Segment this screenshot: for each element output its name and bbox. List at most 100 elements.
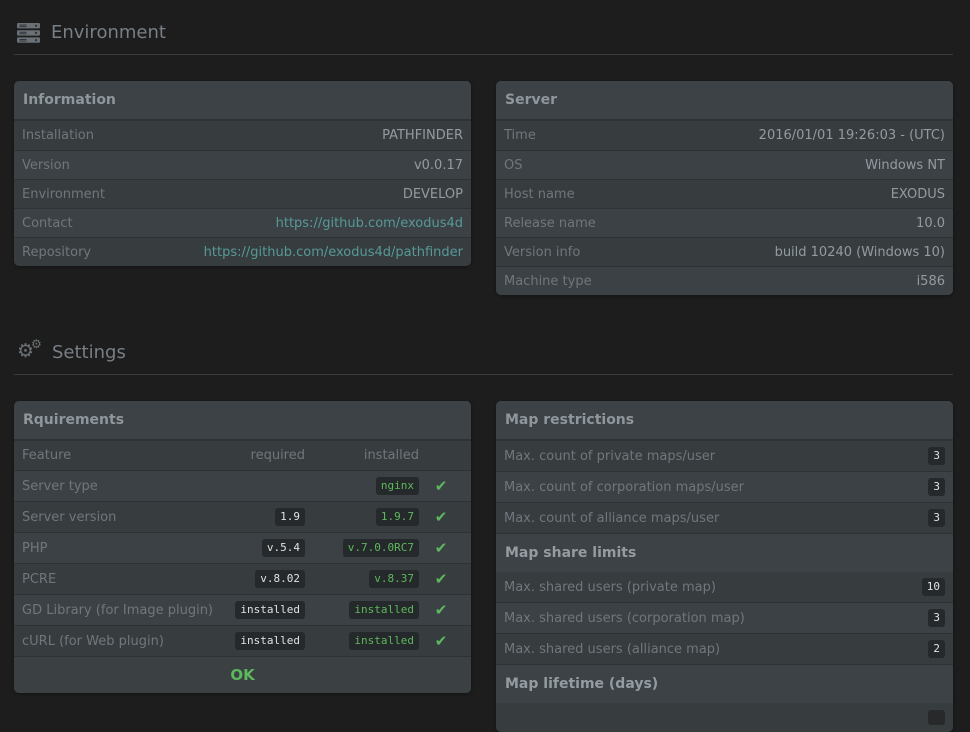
information-panel-title: Information — [14, 81, 471, 121]
info-row-version: Version v0.0.17 — [14, 150, 471, 179]
row-value: PATHFINDER — [382, 128, 463, 143]
gears-icon: ⚙ ⚙ — [17, 341, 41, 363]
check-icon: ✔ — [435, 477, 448, 495]
installed-badge: v.8.37 — [369, 570, 419, 588]
setting-row-shared-corporation: Max. shared users (corporation map) 3 — [496, 602, 953, 633]
column-header-feature: Feature — [22, 448, 213, 463]
check-icon: ✔ — [435, 632, 448, 650]
server-stack-icon — [17, 23, 40, 43]
row-label: Max. shared users (private map) — [504, 580, 716, 595]
settings-divider — [14, 374, 953, 375]
column-header-required: required — [213, 448, 305, 463]
row-label: Host name — [504, 187, 575, 202]
value-badge: 3 — [928, 609, 945, 627]
row-value: i586 — [917, 274, 945, 289]
feature-label: PHP — [22, 541, 213, 556]
row-label: Max. count of alliance maps/user — [504, 511, 719, 526]
check-icon: ✔ — [435, 601, 448, 619]
server-panel: Server Time 2016/01/01 19:26:03 - (UTC) … — [496, 81, 953, 295]
requirements-table-header: Feature required installed — [14, 441, 471, 470]
information-panel: Information Installation PATHFINDER Vers… — [14, 81, 471, 266]
map-settings-panel: Map restrictions Max. count of private m… — [496, 401, 953, 732]
setting-row-partial — [496, 703, 953, 732]
row-label: Version info — [504, 245, 580, 260]
required-badge: installed — [235, 632, 305, 650]
row-label: Max. count of corporation maps/user — [504, 480, 744, 495]
info-row-repository: Repository https://github.com/exodus4d/p… — [14, 237, 471, 266]
required-badge: v.5.4 — [262, 539, 305, 557]
required-badge: v.8.02 — [255, 570, 305, 588]
server-row-versioninfo: Version info build 10240 (Windows 10) — [496, 237, 953, 266]
requirements-status-text: OK — [14, 656, 471, 693]
row-label: Release name — [504, 216, 596, 231]
requirements-panel-title: Rquirements — [14, 401, 471, 441]
server-row-release: Release name 10.0 — [496, 208, 953, 237]
server-row-machinetype: Machine type i586 — [496, 266, 953, 295]
section-environment: Environment Information Installation PAT… — [14, 22, 953, 295]
setting-row-corporation-maps: Max. count of corporation maps/user 3 — [496, 471, 953, 502]
installed-badge: nginx — [376, 477, 419, 495]
required-badge: installed — [235, 601, 305, 619]
feature-label: PCRE — [22, 572, 213, 587]
row-label: Contact — [22, 216, 73, 231]
feature-label: cURL (for Web plugin) — [22, 634, 213, 649]
installed-badge: v.7.0.0RC7 — [343, 539, 419, 557]
environment-section-title: Environment — [51, 22, 166, 43]
settings-section-title: Settings — [52, 342, 126, 363]
row-label: Max. count of private maps/user — [504, 449, 715, 464]
check-icon: ✔ — [435, 570, 448, 588]
page: Environment Information Installation PAT… — [0, 0, 970, 732]
column-header-installed: installed — [305, 448, 419, 463]
row-label: Max. shared users (alliance map) — [504, 642, 720, 657]
row-label: Environment — [22, 187, 105, 202]
map-lifetime-title: Map lifetime (days) — [496, 664, 953, 703]
row-value: 10.0 — [916, 216, 945, 231]
value-badge: 10 — [922, 578, 945, 596]
installed-badge: installed — [349, 632, 419, 650]
check-icon: ✔ — [435, 508, 448, 526]
row-label: Max. shared users (corporation map) — [504, 611, 745, 626]
info-row-contact: Contact https://github.com/exodus4d — [14, 208, 471, 237]
row-value: DEVELOP — [403, 187, 463, 202]
feature-label: Server type — [22, 479, 213, 494]
row-label: OS — [504, 158, 522, 173]
row-label: Installation — [22, 128, 94, 143]
value-badge: 2 — [928, 640, 945, 658]
setting-row-private-maps: Max. count of private maps/user 3 — [496, 441, 953, 471]
server-row-hostname: Host name EXODUS — [496, 179, 953, 208]
requirement-row-server-version: Server version 1.9 1.9.7 ✔ — [14, 501, 471, 532]
value-badge: 3 — [928, 509, 945, 527]
row-label: Time — [504, 128, 536, 143]
section-settings: ⚙ ⚙ Settings Rquirements Feature require… — [14, 341, 953, 732]
info-row-installation: Installation PATHFINDER — [14, 121, 471, 150]
row-value: Windows NT — [865, 158, 945, 173]
requirement-row-curl: cURL (for Web plugin) installed installe… — [14, 625, 471, 656]
feature-label: Server version — [22, 510, 213, 525]
requirement-row-server-type: Server type nginx ✔ — [14, 470, 471, 501]
settings-section-header: ⚙ ⚙ Settings — [17, 341, 953, 363]
row-value: 2016/01/01 19:26:03 - (UTC) — [759, 128, 945, 143]
row-value: v0.0.17 — [414, 158, 463, 173]
requirement-row-php: PHP v.5.4 v.7.0.0RC7 ✔ — [14, 532, 471, 563]
value-badge: 3 — [928, 478, 945, 496]
repository-link[interactable]: https://github.com/exodus4d/pathfinder — [204, 245, 463, 260]
environment-divider — [14, 54, 953, 55]
requirements-panel: Rquirements Feature required installed S… — [14, 401, 471, 693]
row-label: Machine type — [504, 274, 592, 289]
installed-badge: installed — [349, 601, 419, 619]
required-badge: 1.9 — [275, 508, 305, 526]
row-label: Version — [22, 158, 70, 173]
installed-badge: 1.9.7 — [376, 508, 419, 526]
setting-row-shared-private: Max. shared users (private map) 10 — [496, 572, 953, 602]
server-panel-title: Server — [496, 81, 953, 121]
setting-row-shared-alliance: Max. shared users (alliance map) 2 — [496, 633, 953, 664]
value-badge: 3 — [928, 447, 945, 465]
contact-link[interactable]: https://github.com/exodus4d — [276, 216, 463, 231]
setting-row-alliance-maps: Max. count of alliance maps/user 3 — [496, 502, 953, 533]
feature-label: GD Library (for Image plugin) — [22, 603, 213, 618]
server-row-time: Time 2016/01/01 19:26:03 - (UTC) — [496, 121, 953, 150]
row-value: EXODUS — [891, 187, 945, 202]
requirement-row-gd-library: GD Library (for Image plugin) installed … — [14, 594, 471, 625]
check-icon: ✔ — [435, 539, 448, 557]
row-label: Repository — [22, 245, 91, 260]
